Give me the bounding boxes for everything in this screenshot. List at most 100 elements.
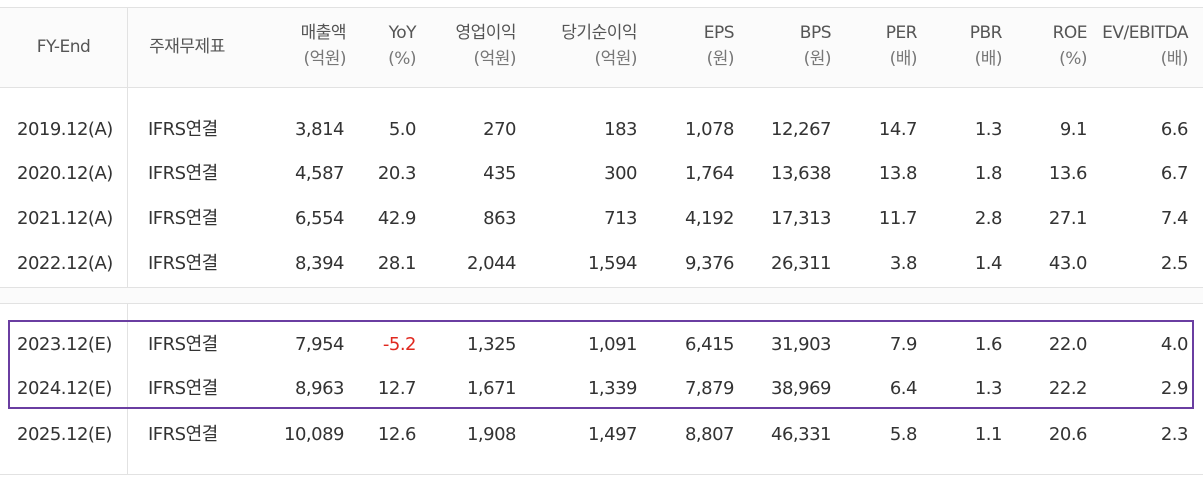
cell-pbr: 1.3 — [974, 119, 1003, 140]
group-separator — [0, 287, 1203, 303]
cell-fy-end: 2019.12(A) — [17, 119, 113, 140]
cell-net-income: 1,594 — [587, 253, 638, 274]
cell-operating-income: 1,325 — [466, 334, 517, 355]
cell-bps: 31,903 — [771, 334, 831, 355]
cell-per: 6.4 — [889, 378, 918, 399]
cell-statement-type: IFRS연결 — [148, 378, 218, 399]
cell-per: 11.7 — [878, 208, 918, 229]
cell-bps: 26,311 — [771, 253, 831, 274]
header-yoy-unit: (%) — [388, 49, 416, 69]
cell-pbr: 1.6 — [974, 334, 1003, 355]
actual-group-bottom-border — [0, 287, 1203, 288]
cell-net-income: 183 — [604, 119, 637, 140]
cell-roe: 22.2 — [1048, 378, 1088, 399]
cell-statement-type: IFRS연결 — [148, 119, 218, 140]
cell-pbr: 1.8 — [974, 163, 1003, 184]
header-bottom-border — [0, 87, 1203, 88]
cell-net-income: 1,091 — [587, 334, 638, 355]
cell-operating-income: 2,044 — [466, 253, 517, 274]
header-operating-income-label: 영업이익 — [455, 23, 516, 43]
header-fy-end: FY-End — [36, 37, 91, 57]
cell-bps: 12,267 — [771, 119, 831, 140]
header-eps: EPS (원) — [637, 20, 735, 72]
cell-ev-ebitda: 2.5 — [1160, 253, 1189, 274]
table-bottom-border — [0, 474, 1203, 475]
cell-operating-income: 1,908 — [466, 424, 517, 445]
header-ev-ebitda: EV/EBITDA (배) — [1087, 20, 1188, 72]
cell-statement-type: IFRS연결 — [148, 253, 218, 274]
header-yoy-label: YoY — [388, 23, 417, 43]
header-operating-income-unit: (억원) — [473, 49, 516, 69]
cell-yoy: -5.2 — [382, 334, 417, 355]
cell-fy-end: 2020.12(A) — [17, 163, 113, 184]
estimate-group-top-border — [0, 303, 1203, 304]
cell-net-income: 713 — [604, 208, 637, 229]
cell-eps: 4,192 — [684, 208, 735, 229]
cell-fy-end: 2021.12(A) — [17, 208, 113, 229]
header-net-income: 당기순이익 (억원) — [516, 20, 637, 72]
cell-ev-ebitda: 4.0 — [1160, 334, 1189, 355]
cell-ev-ebitda: 2.3 — [1160, 424, 1189, 445]
header-eps-unit: (원) — [706, 49, 735, 69]
cell-eps: 1,078 — [684, 119, 735, 140]
header-per: PER (배) — [831, 20, 918, 72]
header-roe-label: ROE — [1052, 23, 1088, 43]
header-eps-label: EPS — [703, 23, 735, 43]
cell-bps: 46,331 — [771, 424, 831, 445]
header-ev-ebitda-label: EV/EBITDA — [1102, 23, 1188, 43]
cell-ev-ebitda: 2.9 — [1160, 378, 1189, 399]
cell-roe: 13.6 — [1048, 163, 1088, 184]
header-ev-ebitda-unit: (배) — [1160, 49, 1189, 69]
cell-eps: 6,415 — [684, 334, 735, 355]
cell-revenue: 3,814 — [294, 119, 345, 140]
header-net-income-unit: (억원) — [594, 49, 637, 69]
cell-ev-ebitda: 6.6 — [1160, 119, 1189, 140]
cell-eps: 9,376 — [684, 253, 735, 274]
cell-roe: 22.0 — [1048, 334, 1088, 355]
cell-revenue: 6,554 — [294, 208, 345, 229]
cell-statement-type: IFRS연결 — [148, 334, 218, 355]
cell-per: 3.8 — [889, 253, 918, 274]
cell-statement-type: IFRS연결 — [148, 208, 218, 229]
cell-revenue: 8,394 — [294, 253, 345, 274]
cell-net-income: 1,339 — [587, 378, 638, 399]
cell-operating-income: 270 — [483, 119, 516, 140]
cell-revenue: 7,954 — [294, 334, 345, 355]
cell-yoy: 5.0 — [388, 119, 417, 140]
cell-eps: 8,807 — [684, 424, 735, 445]
cell-operating-income: 435 — [483, 163, 516, 184]
header-operating-income: 영업이익 (억원) — [416, 20, 516, 72]
header-pbr: PBR (배) — [917, 20, 1003, 72]
cell-statement-type: IFRS연결 — [148, 163, 218, 184]
cell-pbr: 1.3 — [974, 378, 1003, 399]
cell-yoy: 12.7 — [377, 378, 417, 399]
cell-fy-end: 2024.12(E) — [17, 378, 112, 399]
cell-fy-end: 2023.12(E) — [17, 334, 112, 355]
cell-yoy: 12.6 — [377, 424, 417, 445]
cell-statement-type: IFRS연결 — [148, 424, 218, 445]
table-top-border — [0, 7, 1203, 8]
header-yoy: YoY (%) — [346, 20, 416, 72]
cell-eps: 7,879 — [684, 378, 735, 399]
cell-per: 14.7 — [878, 119, 918, 140]
cell-bps: 17,313 — [771, 208, 831, 229]
cell-operating-income: 1,671 — [466, 378, 517, 399]
cell-pbr: 1.4 — [974, 253, 1003, 274]
cell-yoy: 42.9 — [377, 208, 417, 229]
cell-roe: 20.6 — [1048, 424, 1088, 445]
cell-revenue: 10,089 — [284, 424, 344, 445]
financial-summary-table: FY-End 주재무제표 매출액 (억원) YoY (%) 영업이익 (억원) … — [0, 0, 1203, 480]
cell-ev-ebitda: 7.4 — [1160, 208, 1189, 229]
header-pbr-unit: (배) — [974, 49, 1003, 69]
header-per-label: PER — [885, 23, 918, 43]
column-divider — [127, 303, 128, 474]
cell-operating-income: 863 — [483, 208, 516, 229]
cell-fy-end: 2025.12(E) — [17, 424, 112, 445]
cell-pbr: 1.1 — [974, 424, 1003, 445]
cell-yoy: 20.3 — [377, 163, 417, 184]
cell-ev-ebitda: 6.7 — [1160, 163, 1189, 184]
header-revenue-unit: (억원) — [303, 49, 346, 69]
header-revenue-label: 매출액 — [300, 23, 347, 43]
header-bps-unit: (원) — [803, 49, 832, 69]
header-pbr-label: PBR — [969, 23, 1003, 43]
